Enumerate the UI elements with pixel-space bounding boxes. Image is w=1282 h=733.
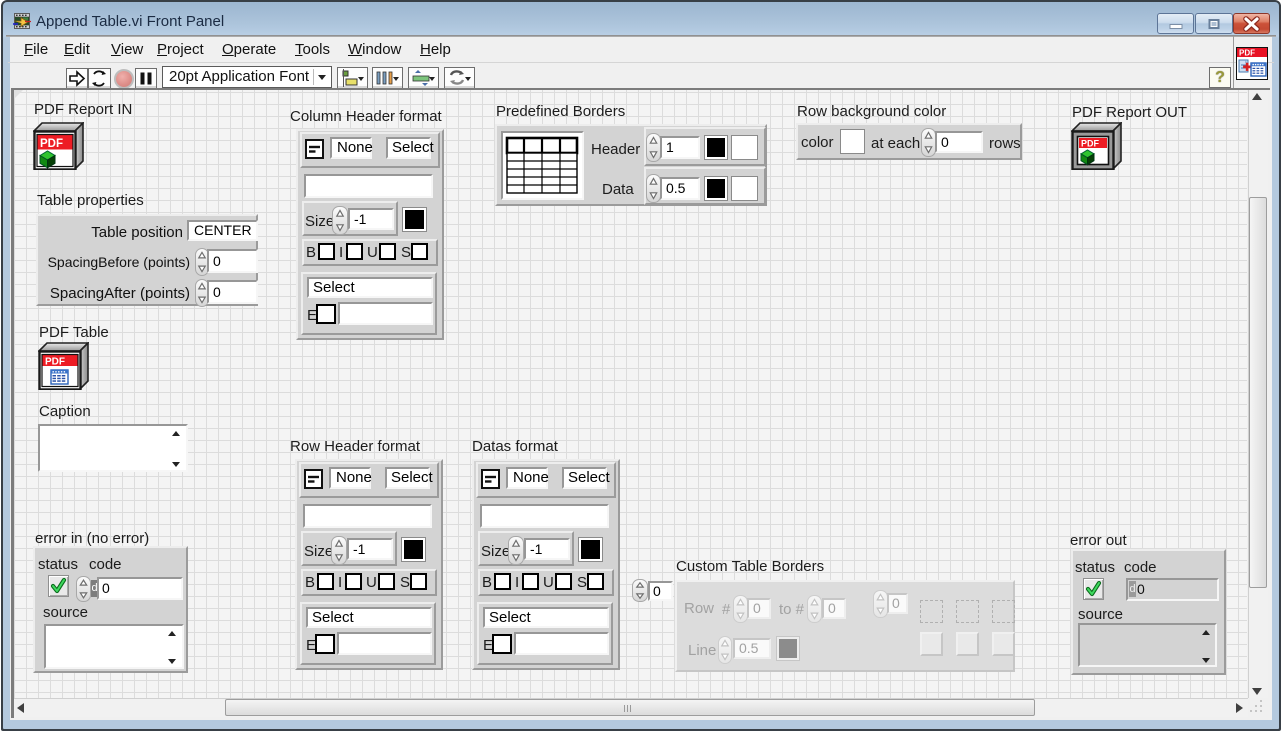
svg-text:PDF: PDF bbox=[1239, 49, 1255, 58]
svg-text:PDF: PDF bbox=[40, 138, 63, 150]
svg-text:PDF: PDF bbox=[45, 357, 65, 368]
svg-text:PDF: PDF bbox=[1081, 139, 1100, 149]
